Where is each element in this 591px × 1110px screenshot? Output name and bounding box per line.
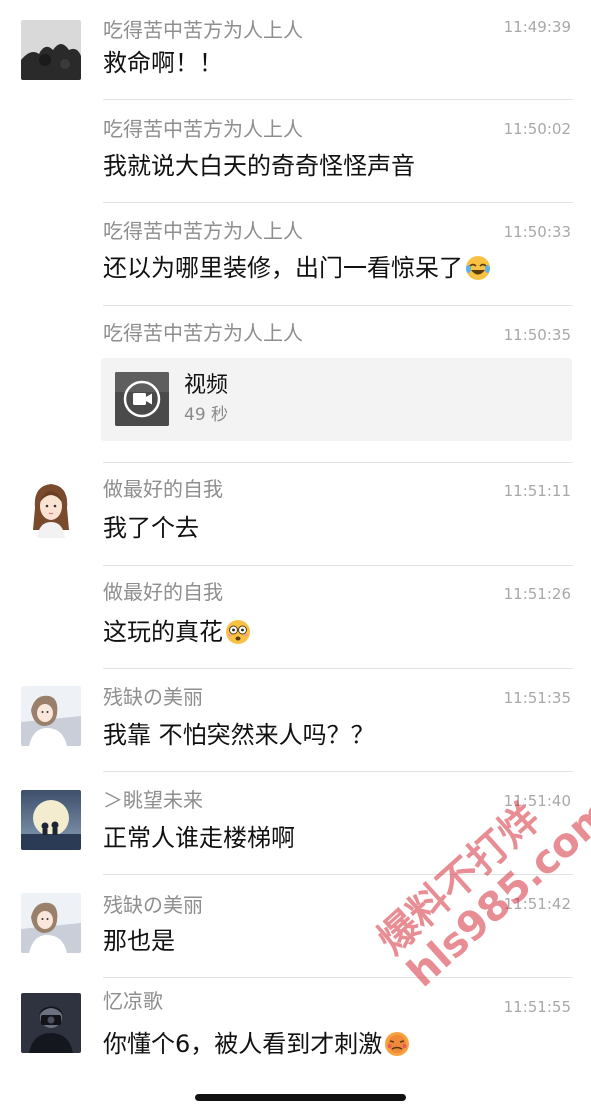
message-text[interactable]: 正常人谁走楼梯啊	[103, 823, 295, 853]
message-text[interactable]: 我就说大白天的奇奇怪怪声音	[103, 151, 415, 181]
avatar[interactable]	[21, 993, 81, 1053]
divider	[103, 668, 573, 669]
home-indicator[interactable]	[195, 1094, 406, 1101]
message-text[interactable]: 还以为哪里装修，出门一看惊呆了	[103, 253, 491, 283]
laughing-crying-emoji-icon	[465, 255, 491, 281]
message-time: 11:51:35	[503, 689, 571, 707]
divider	[103, 99, 573, 100]
message-time: 11:51:26	[503, 585, 571, 603]
message-text[interactable]: 这玩的真花	[103, 617, 251, 647]
shocked-face-emoji-icon	[225, 619, 251, 645]
sender-name: 吃得苦中苦方为人上人	[103, 321, 303, 345]
message-time: 11:51:11	[503, 482, 571, 500]
video-thumbnail[interactable]	[115, 372, 169, 426]
sender-name: 吃得苦中苦方为人上人	[103, 18, 303, 42]
divider	[103, 462, 573, 463]
message-text-content: 还以为哪里装修，出门一看惊呆了	[103, 254, 463, 282]
watermark: 爆料不打烊 hls985.com	[369, 758, 591, 997]
sender-name: ＞眺望未来	[103, 788, 203, 812]
message-time: 11:50:35	[503, 326, 571, 344]
avatar[interactable]	[21, 790, 81, 850]
divider	[103, 771, 573, 772]
message-text[interactable]: 那也是	[103, 926, 175, 956]
sender-name: 忆凉歌	[103, 989, 163, 1013]
sender-name: 残缺の美丽	[103, 893, 203, 917]
divider	[103, 305, 573, 306]
message-time: 11:49:39	[503, 18, 571, 36]
message-text-content: 你懂个6，被人看到才刺激	[103, 1030, 383, 1058]
divider	[103, 977, 573, 978]
message-text[interactable]: 我靠 不怕突然来人吗？？	[103, 720, 375, 750]
sender-name: 做最好的自我	[103, 477, 223, 501]
divider	[103, 565, 573, 566]
sender-name: 吃得苦中苦方为人上人	[103, 117, 303, 141]
avatar[interactable]	[21, 893, 81, 953]
divider	[103, 202, 573, 203]
video-title: 视频	[184, 373, 229, 398]
message-text[interactable]: 救命啊！！	[103, 48, 223, 78]
avatar[interactable]	[21, 686, 81, 746]
message-time: 11:50:02	[503, 120, 571, 138]
avatar[interactable]	[21, 20, 81, 80]
video-duration: 49 秒	[184, 405, 229, 425]
video-message-card[interactable]: 视频 49 秒	[101, 358, 572, 441]
sender-name: 吃得苦中苦方为人上人	[103, 219, 303, 243]
message-text-content: 这玩的真花	[103, 618, 223, 646]
message-text[interactable]: 我了个去	[103, 513, 199, 543]
avatar[interactable]	[21, 478, 81, 538]
blushing-face-emoji-icon	[384, 1031, 410, 1057]
message-time: 11:51:55	[503, 998, 571, 1016]
message-time: 11:50:33	[503, 223, 571, 241]
sender-name: 残缺の美丽	[103, 685, 203, 709]
message-text[interactable]: 你懂个6，被人看到才刺激	[103, 1029, 410, 1059]
sender-name: 做最好的自我	[103, 580, 223, 604]
